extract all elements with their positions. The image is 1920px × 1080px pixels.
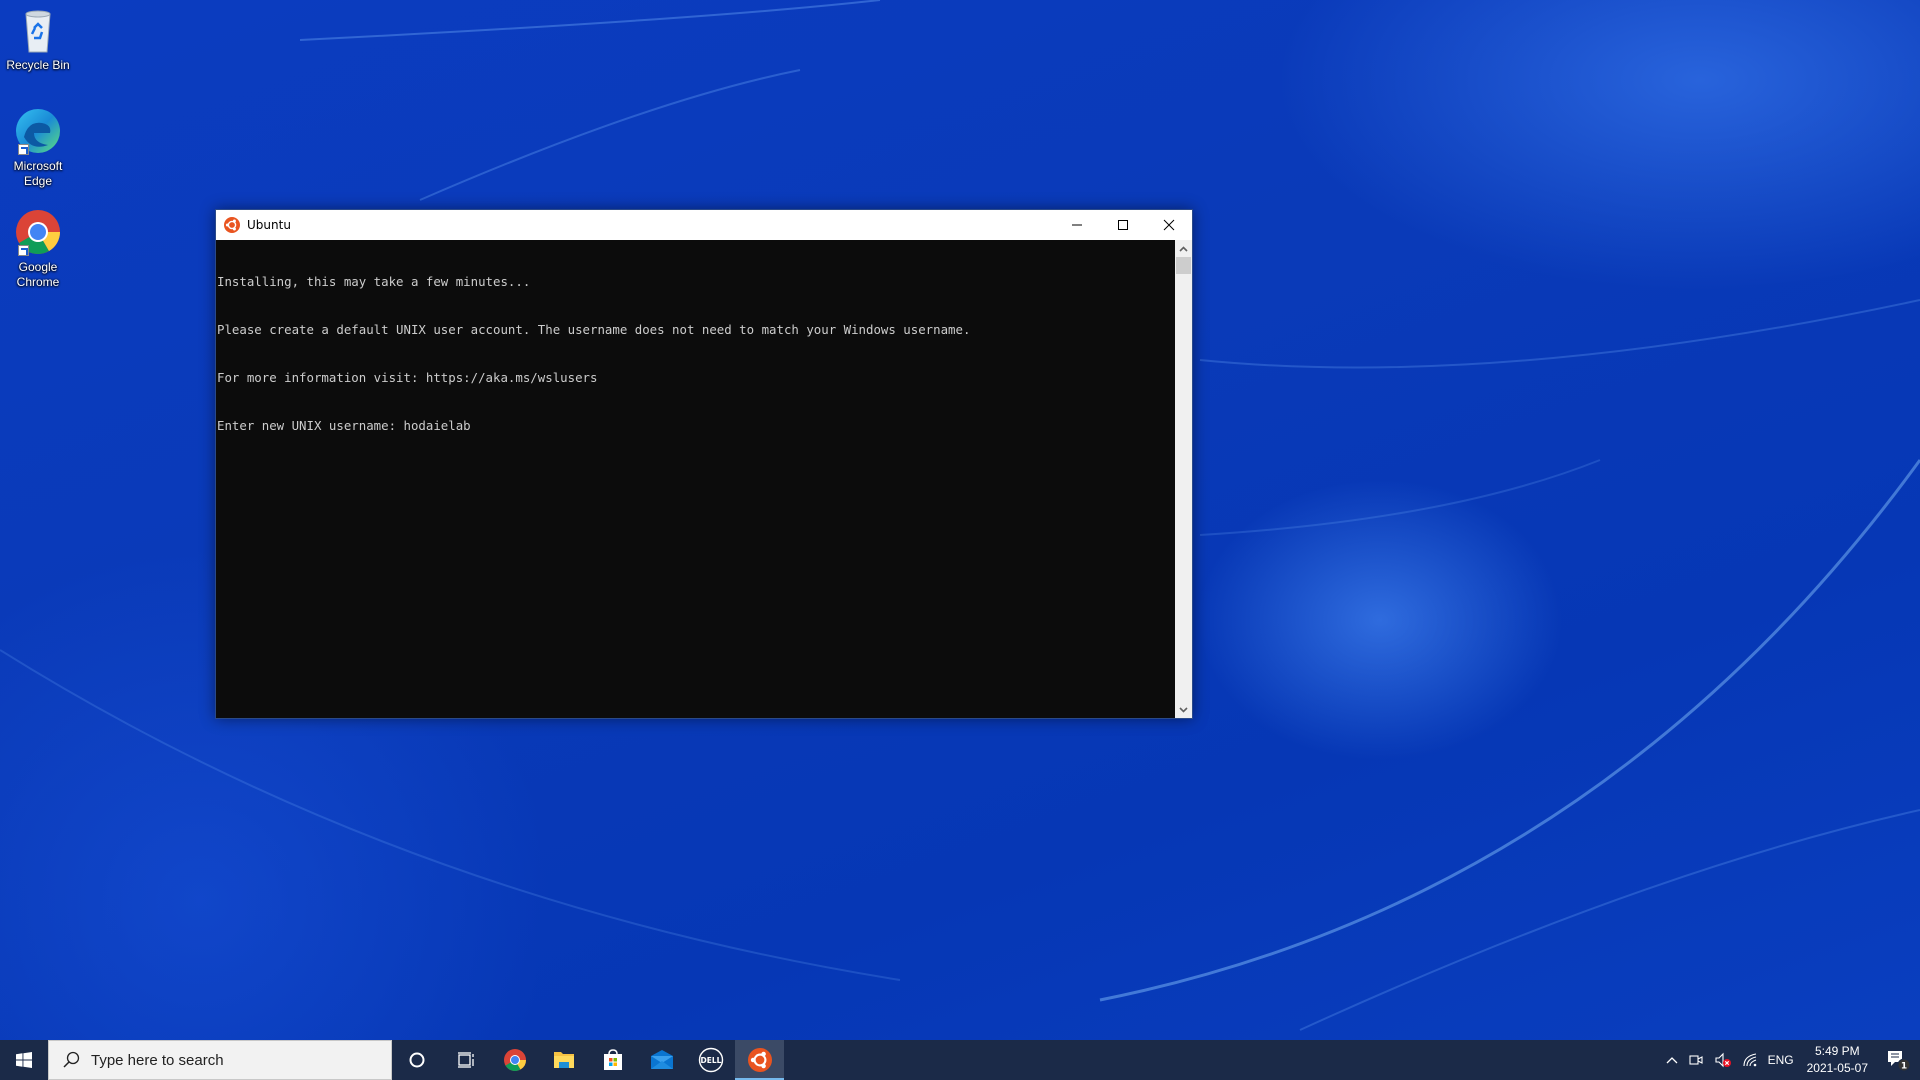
minimize-button[interactable] (1054, 210, 1100, 240)
action-center-button[interactable]: 1 (1876, 1040, 1920, 1080)
terminal-line: Enter new UNIX username: hodaielab (217, 418, 471, 433)
volume-button[interactable] (1709, 1040, 1737, 1080)
taskbar-search-box[interactable] (48, 1040, 392, 1080)
terminal-line: For more information visit: https://aka.… (217, 370, 598, 385)
scroll-down-button[interactable] (1175, 701, 1192, 718)
recycle-bin-icon (14, 6, 62, 54)
desktop-icon-label: Google (18, 260, 58, 274)
search-input[interactable] (91, 1051, 371, 1069)
maximize-icon (1118, 220, 1128, 230)
taskbar-ubuntu[interactable] (735, 1040, 784, 1080)
desktop-icon-chrome[interactable]: Google Chrome (4, 208, 72, 290)
mail-icon (650, 1050, 673, 1069)
scroll-thumb[interactable] (1176, 257, 1191, 274)
terminal-output[interactable]: Installing, this may take a few minutes.… (216, 240, 1175, 718)
task-view-icon (457, 1052, 474, 1068)
chevron-up-icon (1179, 245, 1188, 252)
volume-muted-icon (1715, 1052, 1731, 1068)
taskbar-microsoft-store[interactable] (588, 1040, 637, 1080)
close-button[interactable] (1146, 210, 1192, 240)
dell-icon: DELL (698, 1047, 723, 1073)
scroll-up-button[interactable] (1175, 240, 1192, 257)
taskbar-file-explorer[interactable] (539, 1040, 588, 1080)
taskbar-dell[interactable]: DELL (686, 1040, 735, 1080)
chevron-down-icon (1179, 706, 1188, 713)
svg-text:DELL: DELL (700, 1056, 721, 1065)
desktop-icon-edge[interactable]: Microsoft Edge (4, 107, 72, 189)
network-button[interactable] (1737, 1040, 1763, 1080)
meet-now-button[interactable] (1683, 1040, 1709, 1080)
clock-time: 5:49 PM (1814, 1044, 1860, 1058)
cortana-button[interactable] (392, 1040, 441, 1080)
system-tray: ENG 5:49 PM 2021-05-07 1 (1661, 1040, 1920, 1080)
store-icon (603, 1049, 622, 1070)
taskbar-chrome[interactable] (490, 1040, 539, 1080)
ubuntu-icon (747, 1048, 772, 1072)
start-button[interactable] (0, 1040, 48, 1080)
terminal-line: Installing, this may take a few minutes.… (217, 274, 531, 289)
language-indicator[interactable]: ENG (1763, 1040, 1799, 1080)
folder-icon (553, 1052, 574, 1068)
ubuntu-icon (224, 217, 240, 233)
cortana-icon (409, 1052, 424, 1068)
title-bar[interactable]: Ubuntu (216, 210, 1192, 240)
chrome-icon (14, 208, 62, 256)
taskbar-mail[interactable] (637, 1040, 686, 1080)
clock-date: 2021-05-07 (1806, 1061, 1868, 1075)
maximize-button[interactable] (1100, 210, 1146, 240)
desktop-icon-recycle-bin[interactable]: Recycle Bin (4, 6, 72, 73)
desktop-icon-label: Microsoft (13, 159, 63, 173)
shortcut-arrow-icon (18, 245, 29, 256)
wifi-icon (1743, 1053, 1756, 1067)
show-hidden-icons-button[interactable] (1661, 1040, 1683, 1080)
window-title: Ubuntu (247, 218, 291, 232)
shortcut-arrow-icon (18, 144, 29, 155)
desktop-icon-label: Recycle Bin (6, 58, 70, 72)
notification-count: 1 (1901, 1062, 1907, 1072)
task-view-button[interactable] (441, 1040, 490, 1080)
desktop-icon-label: Edge (23, 174, 53, 188)
desktop-icon-label: Chrome (16, 275, 60, 289)
chevron-up-icon (1666, 1057, 1678, 1064)
ubuntu-terminal-window[interactable]: Ubuntu Installing, this may take a few m… (215, 209, 1193, 719)
taskbar: DELL (0, 1040, 1920, 1080)
vertical-scrollbar[interactable] (1175, 240, 1192, 718)
clock[interactable]: 5:49 PM 2021-05-07 (1799, 1040, 1876, 1080)
minimize-icon (1072, 224, 1082, 226)
close-icon (1163, 219, 1175, 231)
terminal-line: Please create a default UNIX user accoun… (217, 322, 971, 337)
notification-icon: 1 (1888, 1051, 1911, 1072)
search-icon (63, 1051, 80, 1068)
chrome-icon (503, 1049, 526, 1071)
camera-icon (1689, 1055, 1703, 1065)
edge-icon (14, 107, 62, 155)
windows-logo-icon (16, 1052, 32, 1068)
